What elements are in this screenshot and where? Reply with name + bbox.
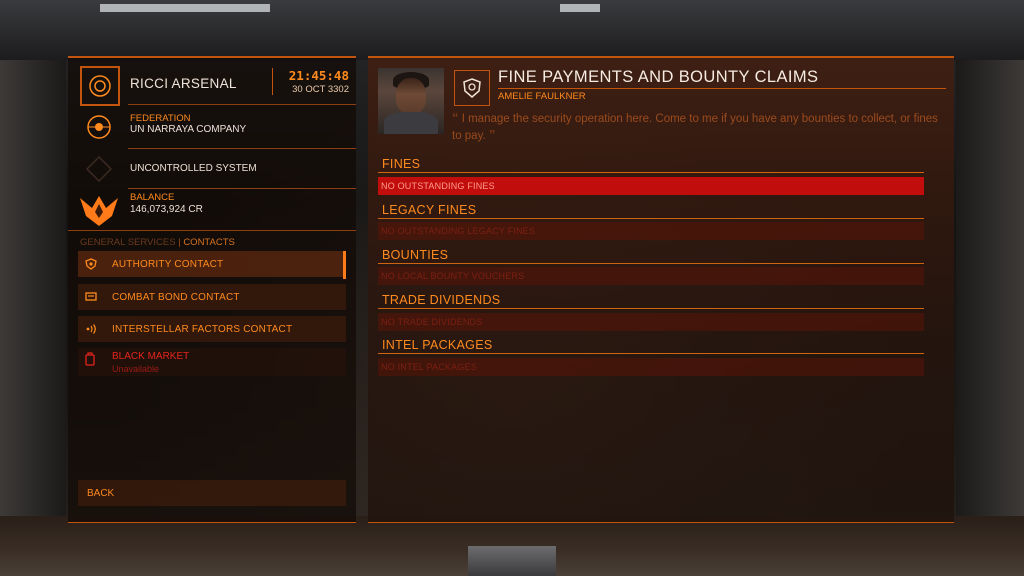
section-divider (378, 308, 924, 309)
cockpit-wall-left (0, 60, 66, 530)
trade-dividends-status-row[interactable]: NO TRADE DIVIDENDS (378, 313, 924, 331)
divider (128, 188, 356, 189)
section-title-legacy-fines: LEGACY FINES (382, 203, 477, 217)
divider (128, 104, 356, 105)
contact-portrait (378, 68, 444, 134)
black-market-label: BLACK MARKET (112, 351, 190, 362)
authority-badge-icon (454, 70, 490, 106)
page-title: FINE PAYMENTS AND BOUNTY CLAIMS (498, 68, 819, 86)
contact-name: AMELIE FAULKNER (498, 91, 586, 102)
authority-contact-button[interactable]: AUTHORITY CONTACT (78, 251, 346, 279)
portrait-face (396, 78, 426, 114)
close-quote-icon: ” (488, 127, 496, 142)
interstellar-factors-contact-button[interactable]: INTERSTELLAR FACTORS CONTACT (78, 316, 346, 342)
black-market-status: Unavailable (112, 364, 160, 374)
intel-packages-status-row[interactable]: NO INTEL PACKAGES (378, 358, 924, 376)
legacy-fines-status-row[interactable]: NO OUTSTANDING LEGACY FINES (378, 222, 924, 240)
fines-status-row[interactable]: NO OUTSTANDING FINES (378, 177, 924, 195)
cockpit-wall-right (956, 60, 1024, 530)
cockpit-ceiling (0, 0, 1024, 60)
bounty-claims-panel: FINE PAYMENTS AND BOUNTY CLAIMS AMELIE F… (368, 56, 954, 523)
section-title-fines: FINES (382, 157, 421, 171)
black-market-button[interactable]: BLACK MARKET Unavailable (78, 348, 346, 376)
bounties-status-row[interactable]: NO LOCAL BOUNTY VOUCHERS (378, 267, 924, 285)
bounties-status: NO LOCAL BOUNTY VOUCHERS (381, 271, 525, 281)
balance-label: BALANCE (130, 192, 175, 203)
section-title-bounties: BOUNTIES (382, 248, 449, 262)
system-icon (84, 154, 114, 184)
intel-packages-status: NO INTEL PACKAGES (381, 362, 477, 372)
clock: 21:45:48 30 OCT 3302 (272, 68, 349, 95)
interstellar-icon (78, 316, 104, 342)
quote-text: I manage the security operation here. Co… (452, 113, 938, 142)
fines-status: NO OUTSTANDING FINES (381, 181, 495, 191)
authority-contact-label: AUTHORITY CONTACT (112, 258, 224, 270)
portrait-body (384, 112, 438, 134)
section-divider (378, 263, 924, 264)
contact-quote: “ I manage the security operation here. … (452, 110, 942, 144)
black-market-icon (84, 352, 96, 371)
back-button-label: BACK (87, 488, 115, 499)
back-button[interactable]: BACK (78, 480, 346, 506)
legacy-fines-status: NO OUTSTANDING LEGACY FINES (381, 226, 536, 236)
tab-contacts[interactable]: CONTACTS (183, 237, 235, 248)
combat-bond-icon (78, 284, 104, 310)
open-quote-icon: “ (452, 110, 459, 125)
section-divider (378, 218, 924, 219)
combat-bond-contact-label: COMBAT BOND CONTACT (112, 291, 240, 303)
trade-dividends-status: NO TRADE DIVIDENDS (381, 317, 483, 327)
clock-time: 21:45:48 (288, 68, 349, 83)
federation-icon (84, 112, 114, 142)
faction-label: FEDERATION (130, 113, 191, 124)
section-title-trade-dividends: TRADE DIVIDENDS (382, 293, 501, 307)
services-tabs: GENERAL SERVICES | CONTACTS (80, 237, 235, 248)
balance-value: 146,073,924 CR (130, 204, 203, 215)
clock-date: 30 OCT 3302 (292, 84, 349, 95)
title-divider (498, 88, 946, 89)
divider (128, 148, 356, 149)
tab-separator: | (178, 237, 181, 248)
station-name: RICCI ARSENAL (130, 76, 237, 91)
section-title-intel-packages: INTEL PACKAGES (382, 338, 493, 352)
tab-general-services[interactable]: GENERAL SERVICES (80, 237, 176, 248)
cockpit-console (468, 546, 556, 576)
section-divider (378, 353, 924, 354)
combat-bond-contact-button[interactable]: COMBAT BOND CONTACT (78, 284, 346, 310)
interstellar-factors-contact-label: INTERSTELLAR FACTORS CONTACT (112, 323, 293, 335)
faction-name: UN NARRAYA COMPANY (130, 124, 247, 135)
station-panel: RICCI ARSENAL 21:45:48 30 OCT 3302 FEDER… (68, 56, 356, 523)
divider (68, 230, 356, 231)
elite-rank-icon (78, 192, 120, 228)
station-icon (80, 66, 120, 106)
ceiling-light (560, 4, 600, 12)
system-status: UNCONTROLLED SYSTEM (130, 163, 257, 174)
ceiling-light (100, 4, 270, 12)
authority-icon (78, 251, 104, 277)
section-divider (378, 172, 924, 173)
